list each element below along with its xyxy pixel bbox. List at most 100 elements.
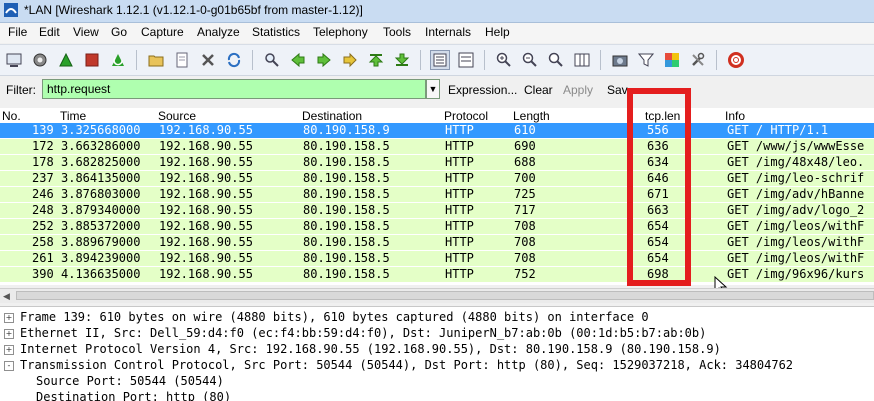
packet-info: GET /img/leos/withF — [727, 219, 865, 233]
packet-length: 708 — [514, 219, 536, 233]
filter-history-dropdown[interactable]: ▼ — [426, 79, 440, 99]
expand-toggle[interactable]: + — [4, 329, 14, 339]
find-packet-icon[interactable] — [262, 50, 282, 70]
open-file-icon[interactable] — [146, 50, 166, 70]
detail-tree-item-destination-port[interactable]: Destination Port: http (80) — [0, 389, 874, 401]
title-bar: *LAN [Wireshark 1.12.1 (v1.12.1-0-g01b65… — [0, 0, 874, 23]
last-packet-icon[interactable] — [392, 50, 412, 70]
packet-source: 192.168.90.55 — [159, 171, 253, 185]
packet-time: 3.663286000 — [61, 139, 141, 153]
packet-source: 192.168.90.55 — [159, 251, 253, 265]
column-header-length[interactable]: Length — [513, 109, 550, 123]
menu-help[interactable]: Help — [485, 25, 510, 39]
packet-row[interactable]: 139 3.325668000 192.168.90.55 80.190.158… — [0, 123, 874, 138]
column-header-info[interactable]: Info — [725, 109, 745, 123]
column-header-protocol[interactable]: Protocol — [444, 109, 488, 123]
packet-list-horizontal-scrollbar[interactable]: ◀ — [0, 288, 874, 303]
packet-row[interactable]: 252 3.885372000 192.168.90.55 80.190.158… — [0, 219, 874, 234]
menu-internals[interactable]: Internals — [425, 25, 471, 39]
menu-tools[interactable]: Tools — [383, 25, 411, 39]
help-icon[interactable] — [726, 50, 746, 70]
reload-icon[interactable] — [224, 50, 244, 70]
packet-row[interactable]: 178 3.682825000 192.168.90.55 80.190.158… — [0, 155, 874, 170]
toolbar-separator — [420, 50, 421, 70]
coloring-rules-icon[interactable] — [662, 50, 682, 70]
toolbar-separator — [484, 50, 485, 70]
detail-tree-item-tcp[interactable]: - Transmission Control Protocol, Src Por… — [0, 357, 874, 373]
packet-info: GET /img/96x96/kurs — [727, 267, 865, 281]
packet-length: 688 — [514, 155, 536, 169]
zoom-out-icon[interactable] — [520, 50, 540, 70]
display-filters-icon[interactable] — [636, 50, 656, 70]
expression-button[interactable]: Expression... — [448, 83, 517, 97]
packet-protocol: HTTP — [445, 235, 474, 249]
packet-length: 700 — [514, 171, 536, 185]
apply-filter-button[interactable]: Apply — [563, 83, 593, 97]
menu-statistics[interactable]: Statistics — [252, 25, 300, 39]
go-to-packet-icon[interactable] — [340, 50, 360, 70]
menu-analyze[interactable]: Analyze — [197, 25, 240, 39]
packet-row[interactable]: 246 3.876803000 192.168.90.55 80.190.158… — [0, 187, 874, 202]
scroll-left-arrow-icon[interactable]: ◀ — [3, 291, 10, 302]
packet-source: 192.168.90.55 — [159, 123, 253, 137]
start-capture-icon[interactable] — [56, 50, 76, 70]
go-back-icon[interactable] — [288, 50, 308, 70]
packet-row[interactable]: 172 3.663286000 192.168.90.55 80.190.158… — [0, 139, 874, 154]
packet-row[interactable]: 390 4.136635000 192.168.90.55 80.190.158… — [0, 267, 874, 282]
collapse-toggle[interactable]: - — [4, 361, 14, 371]
menu-file[interactable]: File — [8, 25, 27, 39]
close-file-icon[interactable] — [198, 50, 218, 70]
first-packet-icon[interactable] — [366, 50, 386, 70]
main-toolbar — [0, 44, 874, 76]
packet-no: 390 — [32, 267, 54, 281]
expand-toggle[interactable]: + — [4, 345, 14, 355]
save-file-icon[interactable] — [172, 50, 192, 70]
capture-filters-icon[interactable] — [610, 50, 630, 70]
detail-tree-item-frame[interactable]: + Frame 139: 610 bytes on wire (4880 bit… — [0, 309, 874, 325]
colorize-toggle-icon[interactable] — [430, 50, 450, 70]
packet-row[interactable]: 261 3.894239000 192.168.90.55 80.190.158… — [0, 251, 874, 266]
packet-protocol: HTTP — [445, 187, 474, 201]
packet-list: 139 3.325668000 192.168.90.55 80.190.158… — [0, 123, 874, 285]
menu-capture[interactable]: Capture — [141, 25, 184, 39]
detail-text: Transmission Control Protocol, Src Port:… — [20, 358, 794, 372]
column-header-no[interactable]: No. — [2, 109, 21, 123]
packet-row[interactable]: 237 3.864135000 192.168.90.55 80.190.158… — [0, 171, 874, 186]
menu-edit[interactable]: Edit — [39, 25, 60, 39]
save-filter-button[interactable]: Sav — [607, 83, 628, 97]
packet-info: GET /img/leos/withF — [727, 235, 865, 249]
restart-capture-icon[interactable] — [108, 50, 128, 70]
packet-no: 237 — [32, 171, 54, 185]
resize-columns-icon[interactable] — [572, 50, 592, 70]
detail-tree-item-ethernet[interactable]: + Ethernet II, Src: Dell_59:d4:f0 (ec:f4… — [0, 325, 874, 341]
packet-source: 192.168.90.55 — [159, 155, 253, 169]
scrollbar-thumb[interactable] — [16, 291, 874, 300]
preferences-icon[interactable] — [688, 50, 708, 70]
zoom-in-icon[interactable] — [494, 50, 514, 70]
menu-view[interactable]: View — [73, 25, 99, 39]
packet-row[interactable]: 248 3.879340000 192.168.90.55 80.190.158… — [0, 203, 874, 218]
detail-text: Frame 139: 610 bytes on wire (4880 bits)… — [20, 310, 649, 324]
packet-time: 3.894239000 — [61, 251, 141, 265]
menu-go[interactable]: Go — [111, 25, 127, 39]
display-filter-input[interactable]: http.request — [42, 79, 426, 99]
packet-no: 246 — [32, 187, 54, 201]
interfaces-icon[interactable] — [4, 50, 24, 70]
auto-scroll-icon[interactable] — [456, 50, 476, 70]
column-header-destination[interactable]: Destination — [302, 109, 362, 123]
packet-destination: 80.190.158.5 — [303, 203, 390, 217]
packet-row[interactable]: 258 3.889679000 192.168.90.55 80.190.158… — [0, 235, 874, 250]
column-header-time[interactable]: Time — [60, 109, 86, 123]
packet-destination: 80.190.158.5 — [303, 155, 390, 169]
menu-telephony[interactable]: Telephony — [313, 25, 368, 39]
column-header-source[interactable]: Source — [158, 109, 196, 123]
clear-filter-button[interactable]: Clear — [524, 83, 553, 97]
filter-toolbar: Filter: http.request ▼ Expression... Cle… — [0, 76, 874, 104]
expand-toggle[interactable]: + — [4, 313, 14, 323]
detail-tree-item-ip[interactable]: + Internet Protocol Version 4, Src: 192.… — [0, 341, 874, 357]
normal-size-icon[interactable] — [546, 50, 566, 70]
stop-capture-icon[interactable] — [82, 50, 102, 70]
detail-tree-item-source-port[interactable]: Source Port: 50544 (50544) — [0, 373, 874, 389]
options-icon[interactable] — [30, 50, 50, 70]
go-forward-icon[interactable] — [314, 50, 334, 70]
